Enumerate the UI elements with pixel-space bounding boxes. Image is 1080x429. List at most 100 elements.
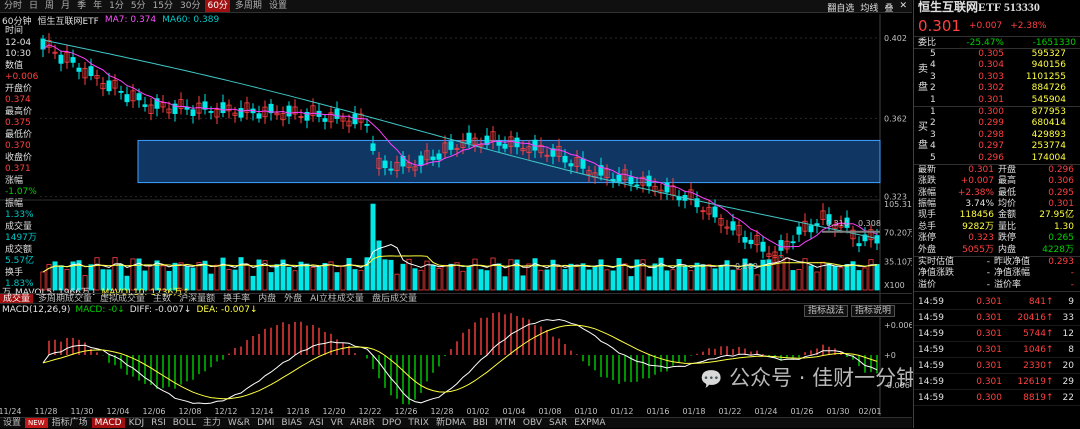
- stats-row: 涨跌 +0.007 最高 0.306: [914, 176, 1080, 187]
- vol-tab-1[interactable]: 多周期成交量: [35, 294, 95, 304]
- macd-button-1[interactable]: 指标说明: [851, 305, 896, 317]
- vol-tab-2[interactable]: 虚拟成交量: [97, 294, 148, 304]
- indicator-tab-18[interactable]: MTM: [492, 418, 519, 428]
- macd-name: MACD(12,26,9): [2, 305, 71, 315]
- period-tab-10[interactable]: 60分: [205, 0, 230, 12]
- period-tab-2[interactable]: 周: [43, 0, 56, 12]
- vol-tab-5[interactable]: 换手率: [220, 294, 253, 304]
- nav-value: -: [986, 279, 990, 290]
- volume-bar: [220, 257, 226, 291]
- date-label: 01/18: [682, 407, 705, 416]
- indicator-tab-13[interactable]: ARBR: [347, 418, 378, 428]
- volume-bar: [196, 262, 202, 291]
- indicator-tab-0[interactable]: 设置: [0, 418, 24, 428]
- volume-tabs: 成交量 多周期成交量 虚拟成交量 主数 沪深量额 换手率 内盘 外盘 AI立柱成交量 盘后成交量: [0, 293, 912, 304]
- volume-bar: [868, 259, 874, 291]
- period-tab-8[interactable]: 15分: [151, 0, 175, 12]
- candle-body: [730, 221, 736, 231]
- vol-tab-6[interactable]: 内盘: [255, 294, 279, 304]
- date-label: 12/18: [286, 407, 309, 416]
- date-label: 01/22: [718, 407, 741, 416]
- stats-row: 振幅 3.74% 均价 0.301: [914, 199, 1080, 210]
- asks-row: 1 0.301 545904: [914, 95, 1080, 106]
- tool-button-1[interactable]: 均线: [860, 1, 878, 14]
- watermark-text: 公众号 · 佳财一分钟: [729, 366, 918, 390]
- period-tab-1[interactable]: 日: [27, 0, 40, 12]
- volume-bar: [418, 269, 424, 291]
- indicator-tab-10[interactable]: BIAS: [278, 418, 305, 428]
- stat-value: 0.301: [1048, 199, 1074, 210]
- period-tab-4[interactable]: 季: [75, 0, 88, 12]
- stats-row: 现手 118456 金额 27.95亿: [914, 210, 1080, 221]
- indicator-tab-20[interactable]: SAR: [546, 418, 570, 428]
- tick-row: 14:59 0.301 841 ↑ 9: [914, 294, 1080, 311]
- period-tab-6[interactable]: 1分: [107, 0, 126, 12]
- low-annotation: 0.289: [735, 262, 758, 271]
- indicator-tab-12[interactable]: VR: [328, 418, 346, 428]
- indicator-tab-16[interactable]: 新DMA: [433, 418, 469, 428]
- indicator-tab-21[interactable]: EXPMA: [571, 418, 608, 428]
- indicator-tab-14[interactable]: DPO: [379, 418, 404, 428]
- indicator-tab-17[interactable]: BBI: [470, 418, 491, 428]
- indicator-tab-5[interactable]: RSI: [148, 418, 169, 428]
- candle-body: [190, 109, 196, 116]
- period-tab-5[interactable]: 年: [91, 0, 104, 12]
- tick-count: 20: [1062, 361, 1074, 372]
- volume-bar: [754, 274, 760, 291]
- stat-label: 均价: [998, 199, 1017, 210]
- quote-panel: 恒生互联网ETF 513330 0.301 +0.007 +2.38% 委比 -…: [913, 0, 1080, 428]
- candle-body: [436, 153, 442, 160]
- tool-button-2[interactable]: 叠: [884, 1, 893, 14]
- side-char: 盘: [918, 139, 928, 151]
- candle-body: [118, 90, 124, 93]
- volume-bar: [484, 270, 490, 291]
- candle-body: [334, 108, 340, 119]
- date-label: 12/12: [214, 407, 237, 416]
- period-tab-3[interactable]: 月: [59, 0, 72, 12]
- indicator-tab-7[interactable]: 主力: [200, 418, 224, 428]
- tool-button-0[interactable]: 翻自选: [827, 1, 854, 14]
- tick-row: 14:59 0.300 8819 ↑ 22: [914, 390, 1080, 407]
- chart-info-bar: 60分钟 恒生互联网ETF MA7: 0.374 MA60: 0.389: [0, 14, 912, 27]
- indicator-tab-4[interactable]: KDJ: [126, 418, 148, 428]
- stat-value: 0.301: [968, 164, 994, 175]
- indicator-tab-3[interactable]: MACD: [91, 418, 125, 428]
- period-tab-0[interactable]: 分时: [2, 0, 24, 12]
- vol-tab-0[interactable]: 成交量: [0, 294, 34, 304]
- volume-bar: [436, 267, 442, 291]
- candle-body: [628, 176, 634, 185]
- stat-value: 0.306: [1048, 176, 1074, 187]
- indicator-tab-9[interactable]: DMI: [254, 418, 277, 428]
- indicator-tab-8[interactable]: W&R: [225, 418, 253, 428]
- period-tab-12[interactable]: 设置: [267, 0, 289, 12]
- volume-bar: [358, 269, 364, 291]
- tick-time: 14:59: [918, 313, 944, 324]
- tick-count: 9: [1068, 297, 1074, 308]
- period-tab-9[interactable]: 30分: [178, 0, 202, 12]
- nav-label: 昨收净值: [994, 257, 1031, 268]
- volume-bar: [442, 264, 448, 291]
- volume-bar: [340, 265, 346, 291]
- period-tab-7[interactable]: 5分: [129, 0, 148, 12]
- vol-tab-4[interactable]: 沪深量额: [176, 294, 218, 304]
- indicator-tab-1[interactable]: NEW: [25, 418, 48, 428]
- indicator-tab-11[interactable]: ASI: [306, 418, 327, 428]
- tick-time: 14:59: [918, 393, 944, 404]
- vol-tab-3[interactable]: 主数: [150, 294, 174, 304]
- period-tab-11[interactable]: 多周期: [233, 0, 264, 12]
- vol-tab-8[interactable]: AI立柱成交量: [307, 294, 367, 304]
- indicator-tab-15[interactable]: TRIX: [405, 418, 432, 428]
- stat-label: 跌停: [998, 233, 1017, 244]
- tool-button-3[interactable]: ✕: [899, 1, 907, 14]
- date-label: 12/06: [142, 407, 165, 416]
- macd-button-0[interactable]: 指标战法: [804, 305, 849, 317]
- tick-row: 14:59 0.301 5744 ↑ 12: [914, 326, 1080, 343]
- volume-bar: [826, 263, 832, 291]
- indicator-tab-19[interactable]: OBV: [520, 418, 545, 428]
- indicator-tab-2[interactable]: 指标广场: [49, 418, 91, 428]
- stats-row: 涨幅 +2.38% 最低 0.295: [914, 188, 1080, 199]
- volume-bar: [490, 257, 496, 291]
- vol-tab-9[interactable]: 盘后成交量: [369, 294, 420, 304]
- vol-tab-7[interactable]: 外盘: [281, 294, 305, 304]
- indicator-tab-6[interactable]: BOLL: [170, 418, 199, 428]
